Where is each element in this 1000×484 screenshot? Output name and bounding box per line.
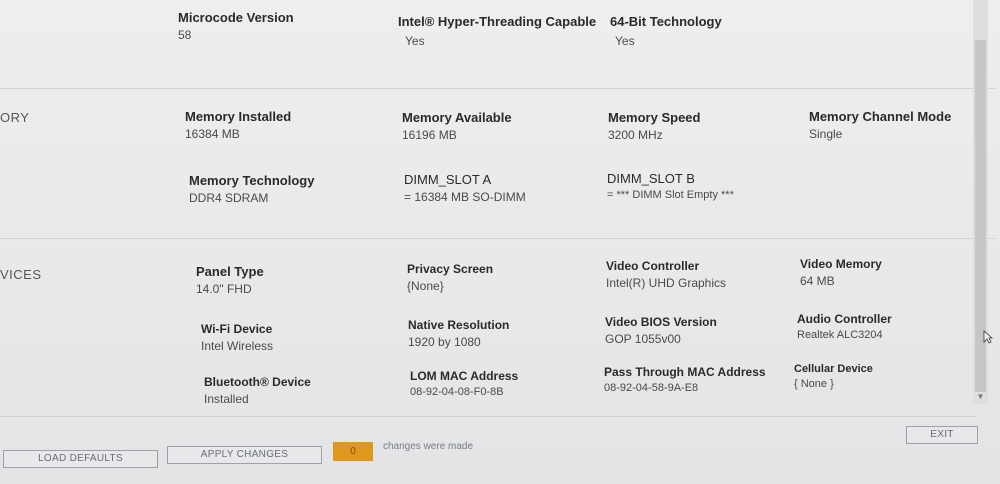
- field-dimm-slot-b: DIMM_SLOT B = *** DIMM Slot Empty ***: [607, 171, 734, 201]
- field-label: LOM MAC Address: [410, 369, 519, 383]
- field-value: Intel(R) UHD Graphics: [606, 276, 727, 290]
- field-label: Panel Type: [196, 264, 264, 279]
- field-value: 3200 MHz: [608, 128, 663, 142]
- field-label: Video Memory: [800, 257, 882, 271]
- field-label: Wi-Fi Device: [201, 322, 273, 336]
- field-value: 08-92-04-58-9A-E8: [604, 382, 699, 394]
- field-value: Yes: [615, 34, 635, 48]
- field-video-memory: Video Memory 64 MB: [800, 257, 882, 288]
- field-memory-technology: Memory Technology DDR4 SDRAM: [189, 173, 314, 205]
- field-memory-available: Memory Available 16196 MB: [402, 110, 512, 142]
- field-label: Audio Controller: [797, 312, 892, 326]
- field-passthrough-mac-address: Pass Through MAC Address 08-92-04-58-9A-…: [604, 365, 766, 394]
- field-microcode-version: Microcode Version 58: [178, 10, 294, 42]
- field-hyperthreading: Intel® Hyper-Threading Capable Yes: [398, 14, 596, 48]
- section-label-memory: ORY: [0, 110, 30, 125]
- field-value: 08-92-04-08-F0-8B: [410, 386, 504, 398]
- field-label: Memory Channel Mode: [809, 109, 952, 124]
- field-memory-speed: Memory Speed 3200 MHz: [608, 110, 700, 142]
- field-panel-type: Panel Type 14.0" FHD: [196, 264, 264, 296]
- field-64bit: 64-Bit Technology Yes: [610, 14, 722, 48]
- field-value: Realtek ALC3204: [797, 329, 883, 341]
- changes-count-badge: 0: [333, 442, 373, 461]
- field-value: {None}: [407, 279, 444, 293]
- changes-status-text: changes were made: [383, 441, 474, 452]
- field-value: 14.0" FHD: [196, 282, 252, 296]
- field-lom-mac-address: LOM MAC Address 08-92-04-08-F0-8B: [410, 369, 518, 398]
- section-label-devices: VICES: [0, 267, 42, 282]
- bios-system-information-screen: Microcode Version 58 Intel® Hyper-Thread…: [0, 0, 1000, 484]
- scroll-down-arrow-icon[interactable]: ▼: [975, 392, 986, 402]
- field-value: GOP 1055v00: [605, 332, 681, 346]
- mouse-cursor-icon: [983, 330, 993, 344]
- field-bluetooth-device: Bluetooth® Device Installed: [204, 375, 311, 406]
- field-label: DIMM_SLOT A: [404, 172, 492, 187]
- field-video-controller: Video Controller Intel(R) UHD Graphics: [606, 259, 726, 290]
- field-value: Yes: [405, 34, 425, 48]
- field-label: Bluetooth® Device: [204, 375, 311, 389]
- field-value: Installed: [204, 392, 249, 406]
- field-native-resolution: Native Resolution 1920 by 1080: [408, 318, 509, 349]
- field-value: = 16384 MB SO-DIMM: [404, 190, 526, 204]
- field-label: Intel® Hyper-Threading Capable: [398, 14, 597, 29]
- field-cellular-device: Cellular Device { None }: [794, 363, 873, 390]
- exit-button[interactable]: EXIT: [906, 426, 978, 444]
- field-label: Privacy Screen: [407, 262, 494, 276]
- field-value: 64 MB: [800, 274, 835, 288]
- field-value: 58: [178, 28, 192, 42]
- load-defaults-button[interactable]: LOAD DEFAULTS: [3, 450, 158, 468]
- field-value: 1920 by 1080: [408, 335, 481, 349]
- field-value: { None }: [794, 378, 834, 390]
- field-label: Native Resolution: [408, 318, 510, 332]
- field-value: Intel Wireless: [201, 339, 274, 353]
- apply-changes-button[interactable]: APPLY CHANGES: [167, 446, 322, 464]
- field-label: Microcode Version: [178, 10, 294, 25]
- field-privacy-screen: Privacy Screen {None}: [407, 262, 493, 293]
- field-value: DDR4 SDRAM: [189, 191, 269, 205]
- field-label: Pass Through MAC Address: [604, 365, 766, 379]
- field-value: = *** DIMM Slot Empty ***: [607, 189, 734, 201]
- field-label: Memory Installed: [185, 109, 292, 124]
- footer-divider: [0, 416, 975, 417]
- field-label: 64-Bit Technology: [610, 14, 722, 29]
- section-divider: [0, 238, 995, 239]
- field-label: Memory Technology: [189, 173, 315, 188]
- field-value: Single: [809, 127, 843, 141]
- field-memory-channel-mode: Memory Channel Mode Single: [809, 109, 951, 141]
- field-value: 16196 MB: [402, 128, 457, 142]
- field-label: Memory Speed: [608, 110, 701, 125]
- field-wifi-device: Wi-Fi Device Intel Wireless: [201, 322, 273, 353]
- field-video-bios-version: Video BIOS Version GOP 1055v00: [605, 315, 717, 346]
- field-audio-controller: Audio Controller Realtek ALC3204: [797, 312, 892, 341]
- field-label: Video Controller: [606, 259, 700, 273]
- field-label: DIMM_SLOT B: [607, 171, 695, 186]
- section-divider: [0, 88, 995, 89]
- field-label: Video BIOS Version: [605, 315, 717, 329]
- field-value: 16384 MB: [185, 127, 240, 141]
- field-dimm-slot-a: DIMM_SLOT A = 16384 MB SO-DIMM: [404, 172, 526, 204]
- field-label: Memory Available: [402, 110, 512, 125]
- field-label: Cellular Device: [794, 363, 873, 375]
- field-memory-installed: Memory Installed 16384 MB: [185, 109, 291, 141]
